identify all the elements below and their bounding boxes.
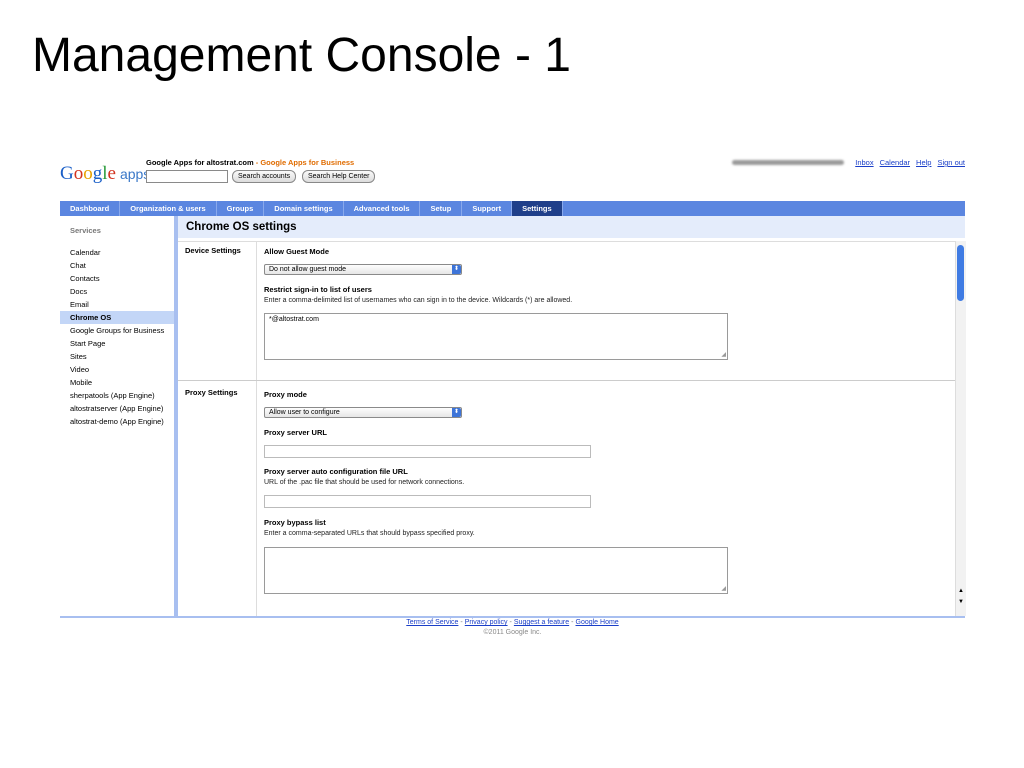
terms-link[interactable]: Terms of Service	[406, 619, 458, 626]
resize-grip-icon: ◢	[721, 586, 726, 592]
label-column	[178, 242, 257, 617]
sidebar-item-video[interactable]: Video	[60, 363, 175, 376]
tab-organization-users[interactable]: Organization & users	[120, 201, 217, 216]
tab-settings[interactable]: Settings	[512, 201, 563, 216]
sidebar-item-start-page[interactable]: Start Page	[60, 337, 175, 350]
sidebar-item-chrome-os[interactable]: Chrome OS	[60, 311, 175, 324]
footer-links: Terms of Service - Privacy policy - Suggest …	[60, 619, 965, 626]
calendar-link[interactable]: Calendar	[880, 158, 910, 167]
sidebar-item-contacts[interactable]: Contacts	[60, 272, 175, 285]
restrict-signin-value: *@altostrat.com	[269, 316, 319, 323]
sidebar-item-sites[interactable]: Sites	[60, 350, 175, 363]
sidebar-item-sherpatools[interactable]: sherpatools (App Engine)	[60, 389, 175, 402]
device-settings-label: Device Settings	[185, 246, 241, 255]
restrict-signin-textarea[interactable]: *@altostrat.com ◢	[264, 313, 728, 360]
footer-separator: -	[571, 619, 574, 626]
footer-separator: -	[509, 619, 512, 626]
resize-grip-icon: ◢	[721, 352, 726, 358]
slide-title: Management Console - 1	[32, 29, 571, 82]
search-accounts-button[interactable]: Search accounts	[232, 170, 297, 183]
guest-mode-label: Allow Guest Mode	[264, 247, 330, 256]
guest-mode-value: Do not allow guest mode	[269, 266, 347, 273]
domain-line: Google Apps for altostrat.com - Google A…	[146, 158, 354, 167]
select-arrows-icon: ⬍	[452, 408, 461, 417]
sidebar-heading: Services	[70, 226, 101, 235]
tab-setup[interactable]: Setup	[420, 201, 463, 216]
google-home-link[interactable]: Google Home	[576, 619, 619, 626]
content-header: Chrome OS settings	[178, 216, 965, 238]
guest-mode-select[interactable]: Do not allow guest mode ⬍	[264, 264, 462, 275]
tab-dashboard[interactable]: Dashboard	[60, 201, 121, 216]
sign-out-link[interactable]: Sign out	[937, 158, 965, 167]
proxy-server-url-label: Proxy server URL	[264, 428, 327, 437]
domain-text: Google Apps for altostrat.com	[146, 158, 254, 167]
select-arrows-icon: ⬍	[452, 265, 461, 274]
search-help-center-button[interactable]: Search Help Center	[302, 170, 376, 183]
section-divider	[178, 380, 955, 381]
footer-separator: -	[460, 619, 463, 626]
sidebar-item-google-groups[interactable]: Google Groups for Business	[60, 324, 175, 337]
restrict-signin-label: Restrict sign-in to list of users	[264, 285, 372, 294]
sidebar-item-mobile[interactable]: Mobile	[60, 376, 175, 389]
inbox-link[interactable]: Inbox	[855, 158, 873, 167]
sidebar-item-altostrat-demo[interactable]: altostrat-demo (App Engine)	[60, 415, 175, 428]
proxy-settings-label: Proxy Settings	[185, 388, 238, 397]
proxy-auto-config-help: URL of the .pac file that should be used…	[264, 479, 465, 486]
admin-console-screenshot: Google apps Google Apps for altostrat.com…	[60, 155, 966, 640]
search-input[interactable]	[146, 170, 228, 183]
proxy-auto-config-input[interactable]	[264, 495, 591, 508]
page-title: Chrome OS settings	[186, 221, 297, 233]
proxy-mode-select[interactable]: Allow user to configure ⬍	[264, 407, 462, 418]
proxy-bypass-label: Proxy bypass list	[264, 518, 326, 527]
scroll-down-icon[interactable]: ▼	[957, 598, 965, 607]
proxy-auto-config-label: Proxy server auto configuration file URL	[264, 467, 408, 476]
scrollbar-thumb[interactable]	[957, 245, 964, 301]
tab-advanced-tools[interactable]: Advanced tools	[344, 201, 421, 216]
sidebar-item-docs[interactable]: Docs	[60, 285, 175, 298]
tab-domain-settings[interactable]: Domain settings	[264, 201, 344, 216]
user-email-redacted	[732, 160, 844, 165]
sidebar-item-altostratserver[interactable]: altostratserver (App Engine)	[60, 402, 175, 415]
tab-groups[interactable]: Groups	[217, 201, 265, 216]
tab-support[interactable]: Support	[462, 201, 513, 216]
services-sidebar: Services Calendar Chat Contacts Docs Ema…	[60, 216, 175, 616]
edition-text: Google Apps for Business	[260, 158, 355, 167]
main-nav: Dashboard Organization & users Groups Do…	[60, 201, 965, 216]
proxy-mode-label: Proxy mode	[264, 390, 307, 399]
settings-content: Device Settings Allow Guest Mode Do not …	[178, 241, 955, 617]
sidebar-item-calendar[interactable]: Calendar	[60, 246, 175, 259]
proxy-mode-value: Allow user to configure	[269, 409, 340, 416]
scroll-up-icon[interactable]: ▲	[957, 587, 965, 596]
copyright: ©2011 Google Inc.	[483, 629, 542, 636]
google-wordmark: Google	[60, 163, 116, 184]
content-scrollbar[interactable]: ▲ ▼	[955, 241, 966, 616]
proxy-server-url-input[interactable]	[264, 445, 591, 458]
sidebar-item-email[interactable]: Email	[60, 298, 175, 311]
help-link[interactable]: Help	[916, 158, 931, 167]
privacy-link[interactable]: Privacy policy	[465, 619, 508, 626]
sidebar-item-chat[interactable]: Chat	[60, 259, 175, 272]
suggest-feature-link[interactable]: Suggest a feature	[514, 619, 569, 626]
proxy-bypass-help: Enter a comma-separated URLs that should…	[264, 530, 475, 537]
restrict-signin-help: Enter a comma-delimited list of username…	[264, 297, 573, 304]
footer-divider	[60, 616, 965, 618]
proxy-bypass-textarea[interactable]: ◢	[264, 547, 728, 594]
top-links: Inbox Calendar Help Sign out	[849, 158, 965, 167]
google-apps-logo: Google apps	[60, 163, 150, 185]
